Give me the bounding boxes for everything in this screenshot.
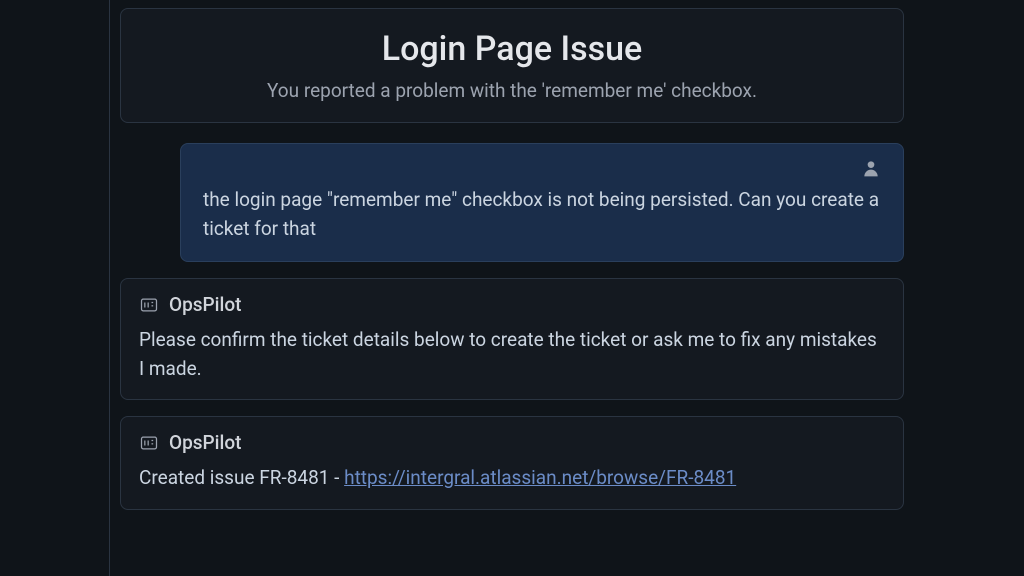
- bot-message-header: OpsPilot: [139, 431, 885, 454]
- bot-message-header: OpsPilot: [139, 293, 885, 316]
- bot-name: OpsPilot: [169, 431, 241, 454]
- bot-message-text: Please confirm the ticket details below …: [139, 326, 885, 383]
- header-card: Login Page Issue You reported a problem …: [120, 8, 904, 123]
- main-content: Login Page Issue You reported a problem …: [120, 0, 904, 510]
- page-subtitle: You reported a problem with the 'remembe…: [145, 79, 879, 102]
- issue-link[interactable]: https://intergral.atlassian.net/browse/F…: [344, 466, 736, 489]
- bot-message-1: OpsPilot Please confirm the ticket detai…: [120, 278, 904, 400]
- bot-message-prefix: Created issue FR-8481 -: [139, 466, 344, 489]
- sidebar-divider: [0, 0, 110, 576]
- bot-message-2: OpsPilot Created issue FR-8481 - https:/…: [120, 416, 904, 510]
- bot-icon: [139, 433, 159, 453]
- user-message-text: the login page "remember me" checkbox is…: [203, 186, 881, 243]
- user-icon: [861, 158, 881, 178]
- bot-icon: [139, 295, 159, 315]
- bot-message-text: Created issue FR-8481 - https://intergra…: [139, 464, 885, 493]
- page-title: Login Page Issue: [145, 29, 879, 69]
- bot-name: OpsPilot: [169, 293, 241, 316]
- user-message-header: [203, 158, 881, 178]
- user-message: the login page "remember me" checkbox is…: [180, 143, 904, 262]
